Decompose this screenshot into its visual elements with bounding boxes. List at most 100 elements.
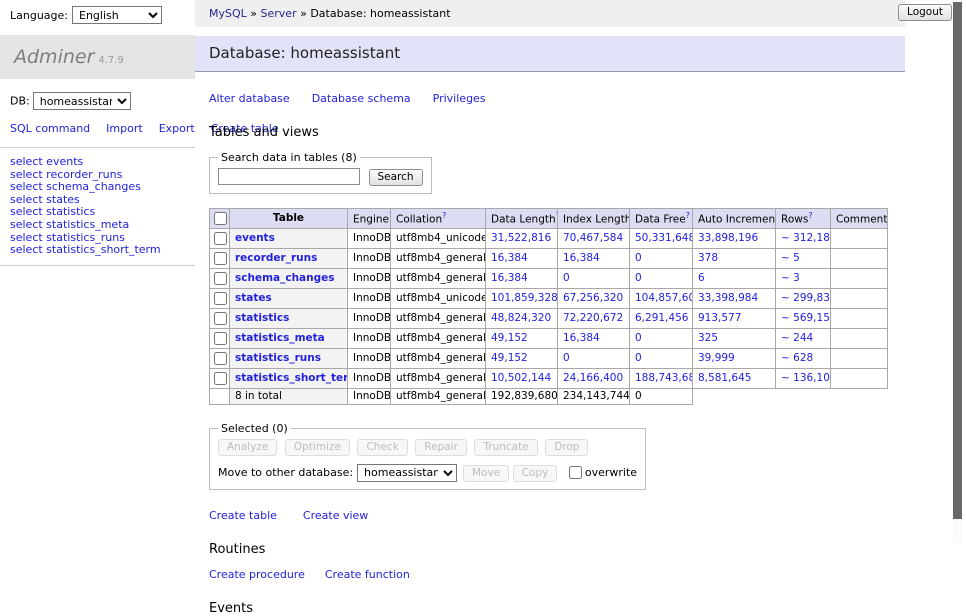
drop-button[interactable]: Drop: [545, 439, 588, 456]
scrollbar-thumb[interactable]: [953, 2, 962, 519]
check-button[interactable]: Check: [357, 439, 407, 456]
data-length-link[interactable]: 31,522,816: [491, 232, 551, 244]
logout-button[interactable]: Logout: [898, 4, 952, 21]
create-function-link[interactable]: Create function: [325, 568, 410, 581]
search-input[interactable]: [218, 168, 360, 185]
repair-button[interactable]: Repair: [415, 439, 467, 456]
rows-count-link[interactable]: ~ 3: [781, 272, 800, 284]
index-length-link[interactable]: 0: [563, 352, 570, 364]
sidebar-item-select-schema-changes[interactable]: select schema_changes: [10, 181, 195, 194]
help-link[interactable]: ?: [808, 211, 812, 220]
data-free-link[interactable]: 6,291,456: [635, 312, 688, 324]
auto-increment-link[interactable]: 33,898,196: [698, 232, 758, 244]
row-checkbox[interactable]: [214, 252, 227, 265]
table-link-statistics-runs[interactable]: statistics_runs: [235, 352, 321, 364]
column-header-index-length: Index Length?: [558, 208, 630, 228]
export-link[interactable]: Export: [159, 122, 195, 135]
comment-cell: [831, 248, 888, 268]
index-length-link[interactable]: 67,256,320: [563, 292, 623, 304]
data-free-link[interactable]: 104,857,600: [635, 292, 693, 304]
sidebar-item-select-statistics-short-term[interactable]: select statistics_short_term: [10, 244, 195, 257]
index-length-link[interactable]: 16,384: [563, 332, 600, 344]
data-free-link[interactable]: 188,743,680: [635, 372, 693, 384]
language-select[interactable]: English: [72, 6, 162, 24]
auto-increment-link[interactable]: 378: [698, 252, 718, 264]
table-link-events[interactable]: events: [235, 232, 275, 244]
move-database-select[interactable]: homeassistant: [357, 464, 457, 482]
table-link-statistics-short-term[interactable]: statistics_short_term: [235, 372, 348, 384]
rows-count-link[interactable]: ~ 244: [781, 332, 813, 344]
sidebar-item-select-statistics-meta[interactable]: select statistics_meta: [10, 219, 195, 232]
privileges-link[interactable]: Privileges: [433, 92, 486, 105]
row-checkbox[interactable]: [214, 292, 227, 305]
auto-increment-link[interactable]: 913,577: [698, 312, 741, 324]
rows-count-link[interactable]: ~ 569,159: [781, 312, 831, 324]
optimize-button[interactable]: Optimize: [285, 439, 350, 456]
breadcrumb-mysql-link[interactable]: MySQL: [209, 7, 247, 20]
language-label: Language:: [10, 9, 68, 22]
help-link[interactable]: ?: [686, 211, 690, 220]
analyze-button[interactable]: Analyze: [218, 439, 277, 456]
search-fieldset: Search data in tables (8) Search: [209, 151, 432, 194]
alter-database-link[interactable]: Alter database: [209, 92, 290, 105]
rows-count-link[interactable]: ~ 5: [781, 252, 800, 264]
data-free-link[interactable]: 0: [635, 272, 642, 284]
selected-legend: Selected (0): [218, 422, 291, 435]
move-button[interactable]: Move: [463, 465, 509, 482]
rows-count-link[interactable]: ~ 312,180: [781, 232, 831, 244]
auto-increment-link[interactable]: 39,999: [698, 352, 735, 364]
row-checkbox[interactable]: [214, 272, 227, 285]
index-length-link[interactable]: 72,220,672: [563, 312, 623, 324]
truncate-button[interactable]: Truncate: [474, 439, 537, 456]
table-link-schema-changes[interactable]: schema_changes: [235, 272, 335, 284]
language-row: Language: English: [0, 0, 195, 30]
auto-increment-link[interactable]: 6: [698, 272, 705, 284]
search-button[interactable]: Search: [369, 169, 423, 186]
sidebar-item-select-events[interactable]: select events: [10, 156, 195, 169]
data-free-link[interactable]: 50,331,648: [635, 232, 693, 244]
collation-cell: utf8mb4_general_ci: [391, 328, 486, 348]
data-length-link[interactable]: 48,824,320: [491, 312, 551, 324]
database-schema-link[interactable]: Database schema: [312, 92, 411, 105]
row-checkbox[interactable]: [214, 232, 227, 245]
rows-count-link[interactable]: ~ 299,833: [781, 292, 831, 304]
row-checkbox[interactable]: [214, 332, 227, 345]
table-link-states[interactable]: states: [235, 292, 272, 304]
rows-count-link[interactable]: ~ 136,108: [781, 372, 831, 384]
table-link-statistics[interactable]: statistics: [235, 312, 289, 324]
data-length-link[interactable]: 16,384: [491, 252, 528, 264]
index-length-link[interactable]: 24,166,400: [563, 372, 623, 384]
data-free-link[interactable]: 0: [635, 332, 642, 344]
auto-increment-link[interactable]: 8,581,645: [698, 372, 751, 384]
auto-increment-link[interactable]: 325: [698, 332, 718, 344]
data-length-link[interactable]: 101,859,328: [491, 292, 558, 304]
index-length-link[interactable]: 70,467,584: [563, 232, 623, 244]
sql-command-link[interactable]: SQL command: [10, 122, 90, 135]
overwrite-checkbox[interactable]: [569, 466, 582, 479]
auto-increment-link[interactable]: 33,398,984: [698, 292, 758, 304]
table-link-statistics-meta[interactable]: statistics_meta: [235, 332, 325, 344]
data-free-link[interactable]: 0: [635, 252, 642, 264]
data-length-link[interactable]: 49,152: [491, 352, 528, 364]
data-length-link[interactable]: 10,502,144: [491, 372, 551, 384]
create-procedure-link[interactable]: Create procedure: [209, 568, 305, 581]
data-free-link[interactable]: 0: [635, 352, 642, 364]
create-table-link[interactable]: Create table: [209, 509, 277, 522]
data-length-link[interactable]: 16,384: [491, 272, 528, 284]
data-length-link[interactable]: 49,152: [491, 332, 528, 344]
select-all-checkbox[interactable]: [214, 212, 227, 225]
create-view-link[interactable]: Create view: [303, 509, 368, 522]
search-legend: Search data in tables (8): [218, 151, 360, 164]
rows-count-link[interactable]: ~ 628: [781, 352, 813, 364]
db-select[interactable]: homeassistant: [33, 92, 131, 110]
row-checkbox[interactable]: [214, 372, 227, 385]
index-length-link[interactable]: 0: [563, 272, 570, 284]
row-checkbox[interactable]: [214, 312, 227, 325]
breadcrumb-server-link[interactable]: Server: [261, 7, 297, 20]
copy-button[interactable]: Copy: [513, 465, 558, 482]
index-length-link[interactable]: 16,384: [563, 252, 600, 264]
help-link[interactable]: ?: [442, 211, 446, 220]
table-link-recorder-runs[interactable]: recorder_runs: [235, 252, 317, 264]
import-link[interactable]: Import: [106, 122, 143, 135]
row-checkbox[interactable]: [214, 352, 227, 365]
